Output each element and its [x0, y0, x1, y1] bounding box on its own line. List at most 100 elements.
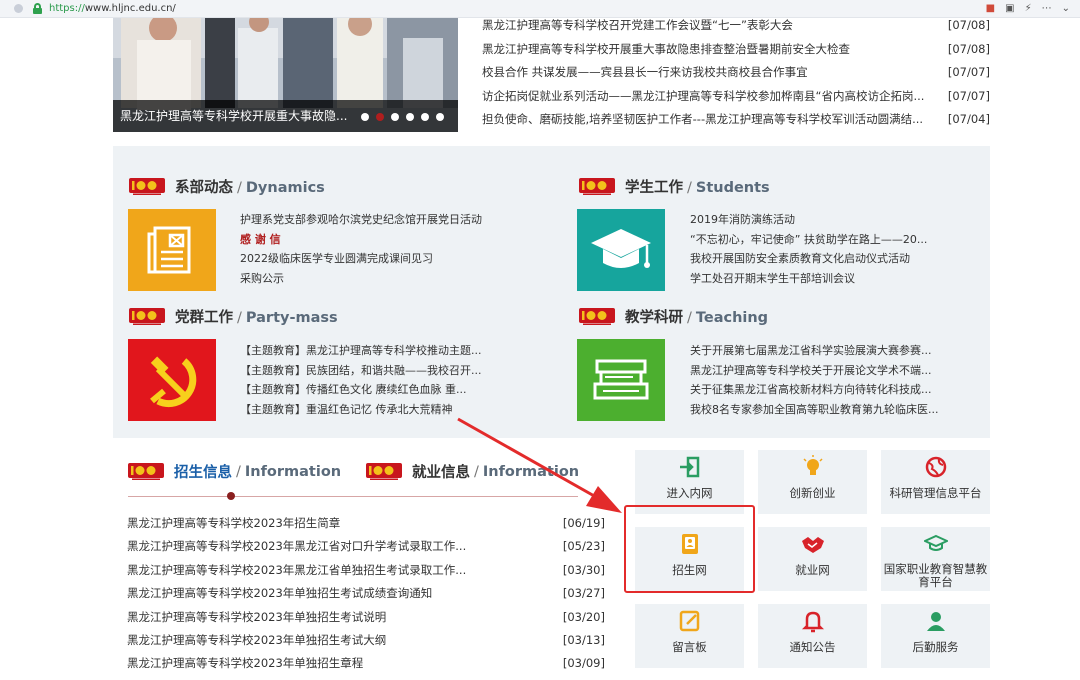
teaching-list: 关于开展第七届黑龙江省科学实验展演大赛参赛... 黑龙江护理高等专科学校关于开展… [690, 341, 939, 419]
graduation-cap-icon [591, 229, 651, 268]
tile-label: 创新创业 [789, 486, 836, 500]
url-text[interactable]: https://www.hljnc.edu.cn/ [49, 2, 176, 15]
tile-label: 科研管理信息平台 [889, 486, 982, 500]
list-item[interactable]: 2022级临床医学专业圆满完成课间见习 [240, 249, 482, 269]
slider-caption[interactable]: 黑龙江护理高等专科学校开展重大事故隐... [120, 109, 347, 123]
hammer-sickle-icon [150, 356, 197, 408]
slider-dot-active[interactable] [376, 113, 384, 121]
screenshot-icon[interactable]: ▣ [1005, 2, 1014, 15]
user-icon [926, 612, 945, 631]
handshake-icon [801, 537, 824, 553]
section-title-en: Students [695, 180, 770, 196]
tile-label: 进入内网 [666, 486, 713, 500]
list-item[interactable]: 黑龙江护理高等专科学校2023年黑龙江省对口升学考试录取工作... [05/23] [127, 535, 605, 558]
bell-icon [801, 611, 824, 633]
list-item[interactable]: 黑龙江护理高等专科学校2023年招生简章 [06/19] [127, 512, 605, 535]
list-item[interactable]: 关于开展第七届黑龙江省科学实验展演大赛参赛... [690, 341, 939, 361]
list-item[interactable]: 2019年消防演练活动 [690, 210, 927, 230]
notice-tile[interactable]: 通知公告 [758, 604, 867, 668]
list-item[interactable]: 我校开展国防安全素质教育文化启动仪式活动 [690, 249, 927, 269]
centenary-logo-icon [579, 177, 615, 196]
edit-icon [679, 610, 699, 632]
centenary-logo-icon [129, 177, 165, 196]
browser-toolbar: ■ ▣ ⚡ ⋯ ⌄ [986, 2, 1070, 15]
chevron-down-icon[interactable]: ⌄ [1062, 2, 1070, 15]
smart-education-tile[interactable]: 国家职业教育智慧教 育平台 [881, 527, 990, 591]
slider-dot[interactable] [391, 113, 399, 121]
tab-indicator-dot [227, 492, 235, 500]
centenary-logo-icon [366, 462, 402, 481]
highlight-box [624, 505, 755, 593]
list-item[interactable]: 【主题教育】重温红色记忆 传承北大荒精神 [240, 400, 482, 420]
section-title: 教学科研 [625, 310, 683, 326]
list-item[interactable]: 感 谢 信 [240, 230, 482, 250]
dynamics-thumbnail[interactable] [128, 209, 216, 291]
tab-employment-info[interactable]: 就业信息 / Information [366, 461, 579, 482]
lightbulb-icon [802, 455, 823, 475]
globe-icon [925, 456, 946, 478]
books-icon [593, 359, 649, 400]
list-item[interactable]: 【主题教育】民族团结，和谐共融——我校召开... [240, 361, 482, 381]
tile-label: 国家职业教育智慧教 育平台 [883, 562, 988, 589]
admissions-news-list: 黑龙江护理高等专科学校2023年招生简章 [06/19] 黑龙江护理高等专科学校2… [127, 512, 605, 676]
lightning-icon[interactable]: ⚡ [1025, 2, 1032, 15]
news-row[interactable]: 访企拓岗促就业系列活动——黑龙江护理高等专科学校参加桦南县“省内高校访企拓岗..… [482, 85, 990, 109]
dynamics-header[interactable]: 系部动态 / Dynamics [129, 176, 325, 197]
teaching-thumbnail[interactable] [577, 339, 665, 421]
news-row[interactable]: 黑龙江护理高等专科学校召开党建工作会议暨“七一”表彰大会 [07/08] [482, 14, 990, 38]
news-row[interactable]: 校县合作 共谋发展——宾县县长一行来访我校共商校县合作事宜 [07/07] [482, 61, 990, 85]
section-title: 学生工作 [625, 180, 683, 196]
dynamics-list: 护理系党支部参观哈尔滨党史纪念馆开展党日活动 感 谢 信 2022级临床医学专业… [240, 210, 482, 288]
tile-label: 就业网 [795, 563, 830, 577]
list-item[interactable]: 黑龙江护理高等专科学校2023年单独招生考试成绩查询通知 [03/27] [127, 582, 605, 605]
teaching-header[interactable]: 教学科研 / Teaching [579, 306, 768, 327]
list-item[interactable]: 黑龙江护理高等专科学校2023年单独招生考试大纲 [03/13] [127, 629, 605, 652]
news-row[interactable]: 担负使命、磨砺技能,培养坚韧医护工作者---黑龙江护理高等专科学校军训活动圆满结… [482, 108, 990, 132]
party-header[interactable]: 党群工作 / Party-mass [129, 306, 338, 327]
centenary-logo-icon [129, 307, 165, 326]
list-item[interactable]: 关于征集黑龙江省高校新材料方向待转化科技成... [690, 380, 939, 400]
section-title-en: Party-mass [245, 310, 338, 326]
list-item[interactable]: 黑龙江护理高等专科学校关于开展论文学术不端... [690, 361, 939, 381]
students-thumbnail[interactable] [577, 209, 665, 291]
list-item[interactable]: 黑龙江护理高等专科学校2023年单独招生章程 [03/09] [127, 652, 605, 675]
list-item[interactable]: 【主题教育】黑龙江护理高等专科学校推动主题... [240, 341, 482, 361]
tile-label: 后勤服务 [912, 640, 959, 654]
tab-admissions-info[interactable]: 招生信息 / Information [128, 461, 341, 482]
centenary-logo-icon [579, 307, 615, 326]
news-slider[interactable]: 黑龙江护理高等专科学校开展重大事故隐... [113, 18, 458, 132]
lock-icon [33, 3, 42, 14]
research-tile[interactable]: 科研管理信息平台 [881, 450, 990, 514]
section-title: 党群工作 [175, 310, 233, 326]
list-item[interactable]: “不忘初心，牢记使命” 扶贫助学在路上——20... [690, 230, 927, 250]
more-icon[interactable]: ⋯ [1042, 2, 1052, 15]
newspaper-icon [147, 226, 191, 274]
list-item[interactable]: 黑龙江护理高等专科学校2023年黑龙江省单独招生考试录取工作... [03/30] [127, 559, 605, 582]
login-door-icon [679, 456, 699, 478]
message-board-tile[interactable]: 留言板 [635, 604, 744, 668]
employment-tile[interactable]: 就业网 [758, 527, 867, 591]
slider-dot[interactable] [361, 113, 369, 121]
slider-dot[interactable] [436, 113, 444, 121]
party-thumbnail[interactable] [128, 339, 216, 421]
innovation-tile[interactable]: 创新创业 [758, 450, 867, 514]
tile-label: 通知公告 [789, 640, 836, 654]
graduation-cap-icon [923, 534, 948, 551]
news-row[interactable]: 黑龙江护理高等专科学校开展重大事故隐患排查整治暨暑期前安全大检查 [07/08] [482, 38, 990, 62]
section-title-en: Teaching [695, 310, 769, 326]
section-title: 系部动态 [175, 180, 233, 196]
section-title-en: Dynamics [245, 180, 325, 196]
list-item[interactable]: 【主题教育】传播红色文化 赓续红色血脉 重... [240, 380, 482, 400]
list-item[interactable]: 学工处召开期末学生干部培训会议 [690, 269, 927, 289]
slider-dot[interactable] [406, 113, 414, 121]
students-header[interactable]: 学生工作 / Students [579, 176, 770, 197]
list-item[interactable]: 护理系党支部参观哈尔滨党史纪念馆开展党日活动 [240, 210, 482, 230]
list-item[interactable]: 黑龙江护理高等专科学校2023年单独招生考试说明 [03/20] [127, 606, 605, 629]
party-list: 【主题教育】黑龙江护理高等专科学校推动主题... 【主题教育】民族团结，和谐共融… [240, 341, 482, 419]
logistics-tile[interactable]: 后勤服务 [881, 604, 990, 668]
centenary-logo-icon [128, 462, 164, 481]
list-item[interactable]: 采购公示 [240, 269, 482, 289]
slider-dot[interactable] [421, 113, 429, 121]
list-item[interactable]: 我校8名专家参加全国高等职业教育第九轮临床医... [690, 400, 939, 420]
news-list: 黑龙江护理高等专科学校召开党建工作会议暨“七一”表彰大会 [07/08] 黑龙江护… [482, 14, 990, 132]
